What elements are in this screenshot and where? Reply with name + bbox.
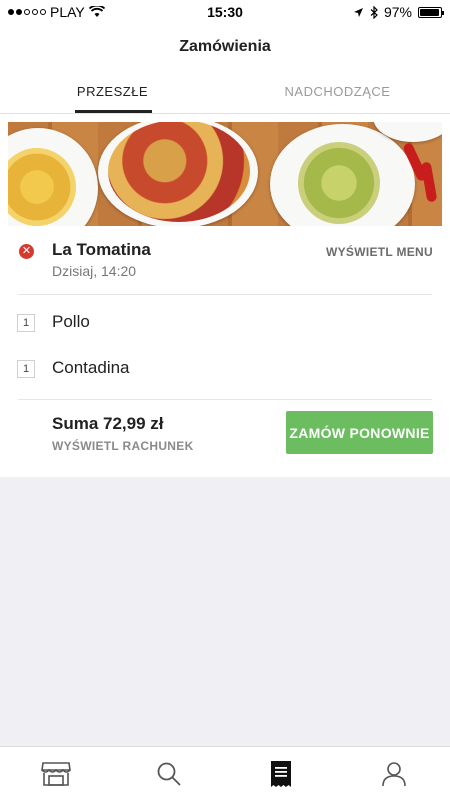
- restaurant-row: ✕ La Tomatina Dzisiaj, 14:20 WYŚWIETL ME…: [0, 236, 450, 294]
- battery-percent: 97%: [383, 4, 412, 20]
- item-quantity: 1: [17, 360, 35, 378]
- status-time: 15:30: [207, 4, 243, 20]
- restaurant-photo: [8, 122, 442, 226]
- item-name: Pollo: [52, 312, 90, 331]
- cancel-icon: ✕: [19, 244, 34, 259]
- tab-restaurants[interactable]: [0, 747, 113, 800]
- item-quantity: 1: [17, 314, 35, 332]
- bluetooth-icon: [370, 5, 378, 19]
- tab-past[interactable]: PRZESZŁE: [0, 70, 225, 113]
- bottom-tab-bar: [0, 746, 450, 800]
- view-menu-link[interactable]: WYŚWIETL MENU: [326, 245, 433, 259]
- restaurant-name[interactable]: La Tomatina: [52, 240, 151, 260]
- page-title: Zamówienia: [0, 24, 450, 70]
- view-receipt-link[interactable]: WYŚWIETL RACHUNEK: [52, 439, 194, 453]
- item-name: Contadina: [52, 358, 130, 377]
- wifi-icon: [88, 6, 105, 17]
- carrier-label: PLAY: [50, 4, 85, 20]
- tab-orders[interactable]: [225, 747, 338, 800]
- storefront-icon: [41, 761, 72, 786]
- status-bar: PLAY 15:30 97%: [0, 0, 450, 24]
- divider: [18, 294, 432, 295]
- user-icon: [381, 761, 406, 786]
- tab-upcoming[interactable]: NADCHODZĄCE: [225, 70, 450, 113]
- reorder-button[interactable]: ZAMÓW PONOWNIE: [286, 411, 433, 454]
- search-icon: [157, 762, 181, 786]
- list-item: 1 Pollo: [0, 302, 450, 342]
- battery-icon: [418, 6, 444, 18]
- tab-account[interactable]: [338, 747, 450, 800]
- order-datetime: Dzisiaj, 14:20: [52, 263, 137, 279]
- order-total: Suma 72,99 zł: [52, 414, 164, 433]
- order-card: ✕ La Tomatina Dzisiaj, 14:20 WYŚWIETL ME…: [0, 114, 450, 477]
- list-item: 1 Contadina: [0, 348, 450, 388]
- signal-strength-icon: [8, 9, 46, 15]
- location-arrow-icon: [353, 7, 363, 17]
- tab-search[interactable]: [113, 747, 226, 800]
- divider: [18, 399, 432, 400]
- order-tabs: PRZESZŁE NADCHODZĄCE: [0, 70, 450, 114]
- receipt-icon: [271, 760, 292, 787]
